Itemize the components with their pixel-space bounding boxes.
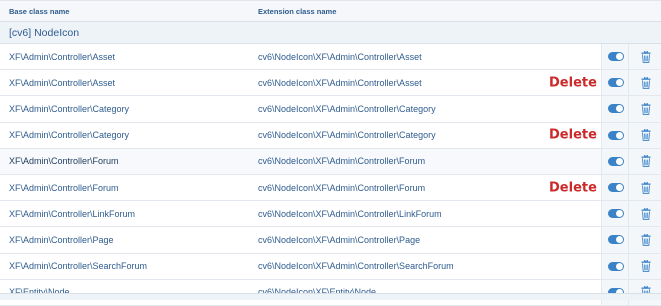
active-toggle-cell <box>601 175 629 200</box>
toggle-on-icon[interactable] <box>608 157 624 166</box>
base-class-name[interactable]: XF\Admin\Controller\Asset <box>0 52 258 62</box>
table-row[interactable]: XF\Admin\Controller\Pagecv6\NodeIcon\XF\… <box>0 227 661 253</box>
addon-group-header: [cv6] NodeIcon <box>0 22 661 44</box>
toggle-on-icon[interactable] <box>608 131 624 140</box>
table-row[interactable]: XF\Admin\Controller\SearchForumcv6\NodeI… <box>0 254 661 280</box>
trash-icon[interactable] <box>641 51 651 63</box>
toggle-on-icon[interactable] <box>608 262 624 271</box>
toggle-on-icon[interactable] <box>608 209 624 218</box>
delete-cell <box>628 254 661 279</box>
base-class-name[interactable]: XF\Admin\Controller\LinkForum <box>0 209 258 219</box>
table-row[interactable]: XF\Admin\Controller\Forumcv6\NodeIcon\XF… <box>0 149 661 175</box>
base-class-column-header: Base class name <box>0 7 258 16</box>
active-toggle-cell <box>601 227 629 252</box>
trash-icon[interactable] <box>641 77 651 89</box>
table-body: XF\Admin\Controller\Assetcv6\NodeIcon\XF… <box>0 44 661 306</box>
active-toggle-cell <box>601 96 629 121</box>
toggle-on-icon[interactable] <box>608 183 624 192</box>
delete-cell <box>628 149 661 174</box>
base-class-name[interactable]: XF\Admin\Controller\Forum <box>0 156 258 166</box>
delete-annotation: Delete <box>549 128 597 143</box>
table-row[interactable]: XF\Admin\Controller\Categorycv6\NodeIcon… <box>0 123 661 149</box>
delete-cell <box>628 44 661 69</box>
trash-icon[interactable] <box>641 129 651 141</box>
active-toggle-cell <box>601 70 629 95</box>
table-row[interactable]: XF\Admin\Controller\Forumcv6\NodeIcon\XF… <box>0 175 661 201</box>
trash-icon[interactable] <box>641 208 651 220</box>
table-row[interactable]: XF\Admin\Controller\Assetcv6\NodeIcon\XF… <box>0 70 661 96</box>
delete-cell <box>628 175 661 200</box>
table-row[interactable]: XF\Admin\Controller\Assetcv6\NodeIcon\XF… <box>0 44 661 70</box>
active-toggle-cell <box>601 149 629 174</box>
active-toggle-cell <box>601 254 629 279</box>
active-toggle-cell <box>601 44 629 69</box>
base-class-name[interactable]: XF\Admin\Controller\Forum <box>0 183 258 193</box>
toggle-on-icon[interactable] <box>608 52 624 61</box>
delete-cell <box>628 70 661 95</box>
table-row[interactable]: XF\Admin\Controller\Categorycv6\NodeIcon… <box>0 96 661 122</box>
base-class-name[interactable]: XF\Admin\Controller\Category <box>0 130 258 140</box>
toggle-on-icon[interactable] <box>608 235 624 244</box>
delete-cell <box>628 201 661 226</box>
table-row[interactable]: XF\Admin\Controller\LinkForumcv6\NodeIco… <box>0 201 661 227</box>
base-class-name[interactable]: XF\Admin\Controller\Asset <box>0 78 258 88</box>
base-class-name[interactable]: XF\Admin\Controller\Category <box>0 104 258 114</box>
table-header: Base class name Extension class name <box>0 1 661 22</box>
delete-annotation: Delete <box>549 75 597 90</box>
extension-class-column-header: Extension class name <box>258 7 661 16</box>
trash-icon[interactable] <box>641 103 651 115</box>
base-class-name[interactable]: XF\Admin\Controller\SearchForum <box>0 261 258 271</box>
trash-icon[interactable] <box>641 182 651 194</box>
trash-icon[interactable] <box>641 260 651 272</box>
trash-icon[interactable] <box>641 155 651 167</box>
delete-cell <box>628 123 661 148</box>
toggle-on-icon[interactable] <box>608 104 624 113</box>
toggle-on-icon[interactable] <box>608 78 624 87</box>
active-toggle-cell <box>601 123 629 148</box>
delete-annotation: Delete <box>549 180 597 195</box>
delete-cell <box>628 227 661 252</box>
class-extensions-table: Base class name Extension class name [cv… <box>0 0 661 300</box>
base-class-name[interactable]: XF\Admin\Controller\Page <box>0 235 258 245</box>
active-toggle-cell <box>601 201 629 226</box>
trash-icon[interactable] <box>641 234 651 246</box>
table-footer <box>0 293 661 300</box>
delete-cell <box>628 96 661 121</box>
